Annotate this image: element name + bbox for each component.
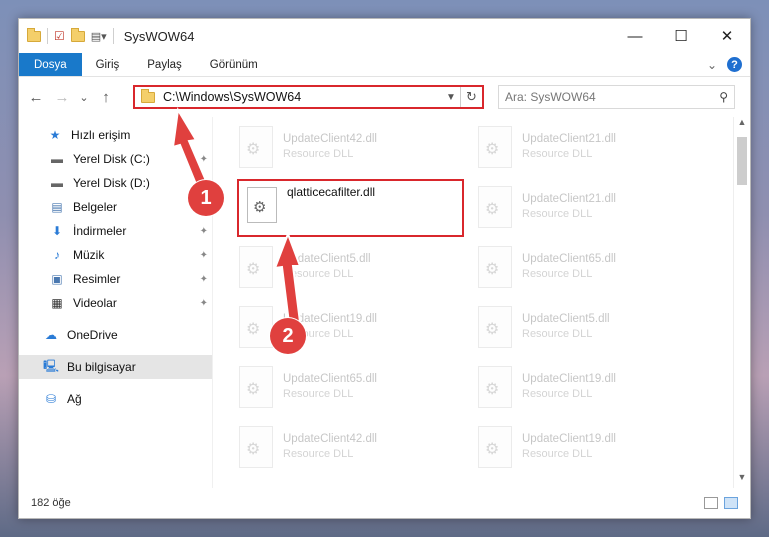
arrow-2 xyxy=(273,231,302,325)
step-badge-1: 1 xyxy=(188,180,224,216)
step-badge-2: 2 xyxy=(270,318,306,354)
annotation-arrows xyxy=(171,107,302,325)
